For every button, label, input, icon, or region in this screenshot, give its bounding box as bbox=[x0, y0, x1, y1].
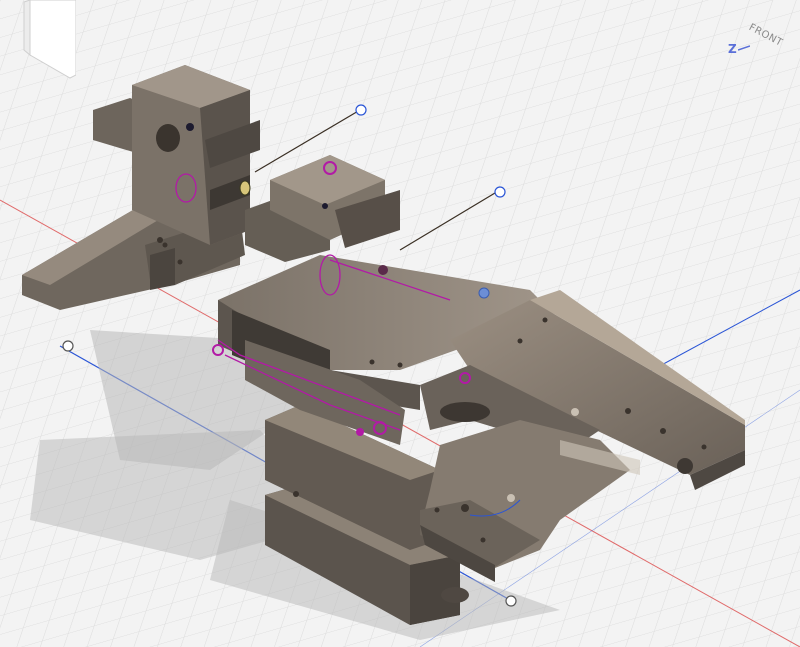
viewport-canvas[interactable] bbox=[0, 0, 800, 647]
view-cube-face[interactable] bbox=[29, 0, 76, 79]
axis-handle-left[interactable] bbox=[62, 340, 74, 352]
z-axis-label: Z bbox=[728, 42, 737, 56]
3d-viewport[interactable]: FRONT Z bbox=[0, 0, 800, 647]
axis-handle-right[interactable] bbox=[505, 595, 517, 607]
line-handle-1[interactable] bbox=[355, 104, 367, 116]
rear-bore bbox=[156, 124, 180, 152]
origin-point[interactable] bbox=[478, 287, 490, 299]
pin-highlight bbox=[239, 180, 251, 196]
line-handle-2[interactable] bbox=[494, 186, 506, 198]
peg bbox=[441, 587, 469, 603]
view-cube[interactable] bbox=[0, 0, 76, 80]
z-axis-arrow-icon bbox=[738, 45, 750, 51]
